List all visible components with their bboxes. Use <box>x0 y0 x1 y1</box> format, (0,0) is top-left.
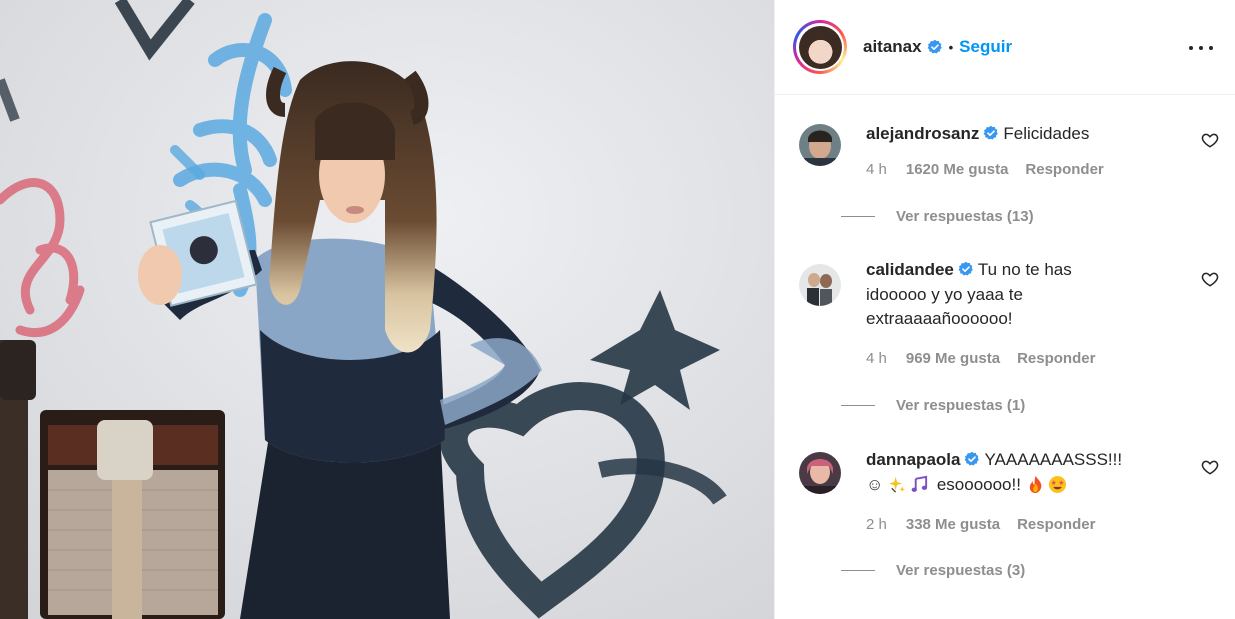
post-sidebar: aitanax • Seguir alejandrosanz Felicidade… <box>774 0 1235 619</box>
replies-divider <box>841 216 875 217</box>
view-replies-button[interactable]: Ver respuestas (1) <box>841 397 1026 414</box>
fire-icon <box>1026 475 1045 494</box>
comment-item: calidandee Tu no te has idooooo y yo yaaa… <box>799 260 1219 423</box>
replies-divider <box>841 570 875 571</box>
comment-body: calidandee Tu no te has idooooo y yo yaaa… <box>866 258 1116 332</box>
verified-badge-icon <box>958 261 974 277</box>
heart-icon[interactable] <box>1201 131 1219 149</box>
comment-meta: 4 h 969 Me gusta Responder <box>866 350 1095 367</box>
verified-badge-icon <box>983 125 999 141</box>
reply-button[interactable]: Responder <box>1017 350 1095 367</box>
comment-text-emoji-prefix: ☺ <box>866 474 884 494</box>
reply-button[interactable]: Responder <box>1025 161 1103 178</box>
photo-illustration <box>0 0 774 619</box>
heart-icon[interactable] <box>1201 458 1219 476</box>
comment-likes[interactable]: 1620 Me gusta <box>906 161 1009 178</box>
comment-avatar[interactable] <box>799 452 841 494</box>
post-header: aitanax • Seguir <box>775 0 1235 95</box>
replies-divider <box>841 405 875 406</box>
comment-text: Felicidades <box>1003 124 1090 143</box>
author-info: aitanax • Seguir <box>863 37 1012 57</box>
comment-time[interactable]: 2 h <box>866 516 887 533</box>
post-photo <box>0 0 774 619</box>
comment-text: YAAAAAAASSS!!! <box>984 450 1123 469</box>
comment-likes[interactable]: 338 Me gusta <box>906 516 1000 533</box>
comment-username[interactable]: alejandrosanz <box>866 124 979 143</box>
view-replies-label: Ver respuestas (1) <box>896 397 1026 414</box>
comment-username[interactable]: calidandee <box>866 260 954 279</box>
star-struck-icon <box>1048 475 1067 494</box>
view-replies-label: Ver respuestas (3) <box>896 562 1026 579</box>
comment-time[interactable]: 4 h <box>866 350 887 367</box>
heart-icon[interactable] <box>1201 270 1219 288</box>
comment-meta: 2 h 338 Me gusta Responder <box>866 516 1095 533</box>
comment-avatar[interactable] <box>799 124 841 166</box>
author-avatar-image <box>798 25 842 69</box>
comment-likes[interactable]: 969 Me gusta <box>906 350 1000 367</box>
follow-button[interactable]: Seguir <box>959 37 1012 57</box>
comment-item: dannapaola YAAAAAAASSS!!! ☺ esoooooo!! 2 … <box>799 448 1219 601</box>
comment-body: alejandrosanz Felicidades <box>866 122 1166 147</box>
author-avatar[interactable] <box>793 20 847 74</box>
music-notes-icon <box>910 475 929 494</box>
comments-list: alejandrosanz Felicidades 4 h 1620 Me gus… <box>775 95 1235 618</box>
view-replies-button[interactable]: Ver respuestas (13) <box>841 208 1034 225</box>
verified-badge-icon <box>964 451 980 467</box>
comment-item: alejandrosanz Felicidades 4 h 1620 Me gus… <box>799 121 1219 231</box>
view-replies-button[interactable]: Ver respuestas (3) <box>841 562 1026 579</box>
more-horizontal-icon[interactable] <box>1189 38 1213 58</box>
comment-meta: 4 h 1620 Me gusta Responder <box>866 161 1104 178</box>
comment-username[interactable]: dannapaola <box>866 450 960 469</box>
comment-body: dannapaola YAAAAAAASSS!!! ☺ esoooooo!! <box>866 448 1156 497</box>
comment-time[interactable]: 4 h <box>866 161 887 178</box>
view-replies-label: Ver respuestas (13) <box>896 208 1034 225</box>
comment-text-emoji-mid: esoooooo!! <box>936 474 1021 494</box>
verified-badge-icon <box>927 39 943 55</box>
comment-avatar[interactable] <box>799 264 841 306</box>
author-username[interactable]: aitanax <box>863 37 922 57</box>
header-separator: • <box>948 39 954 55</box>
reply-button[interactable]: Responder <box>1017 516 1095 533</box>
sparkles-icon <box>888 475 907 494</box>
